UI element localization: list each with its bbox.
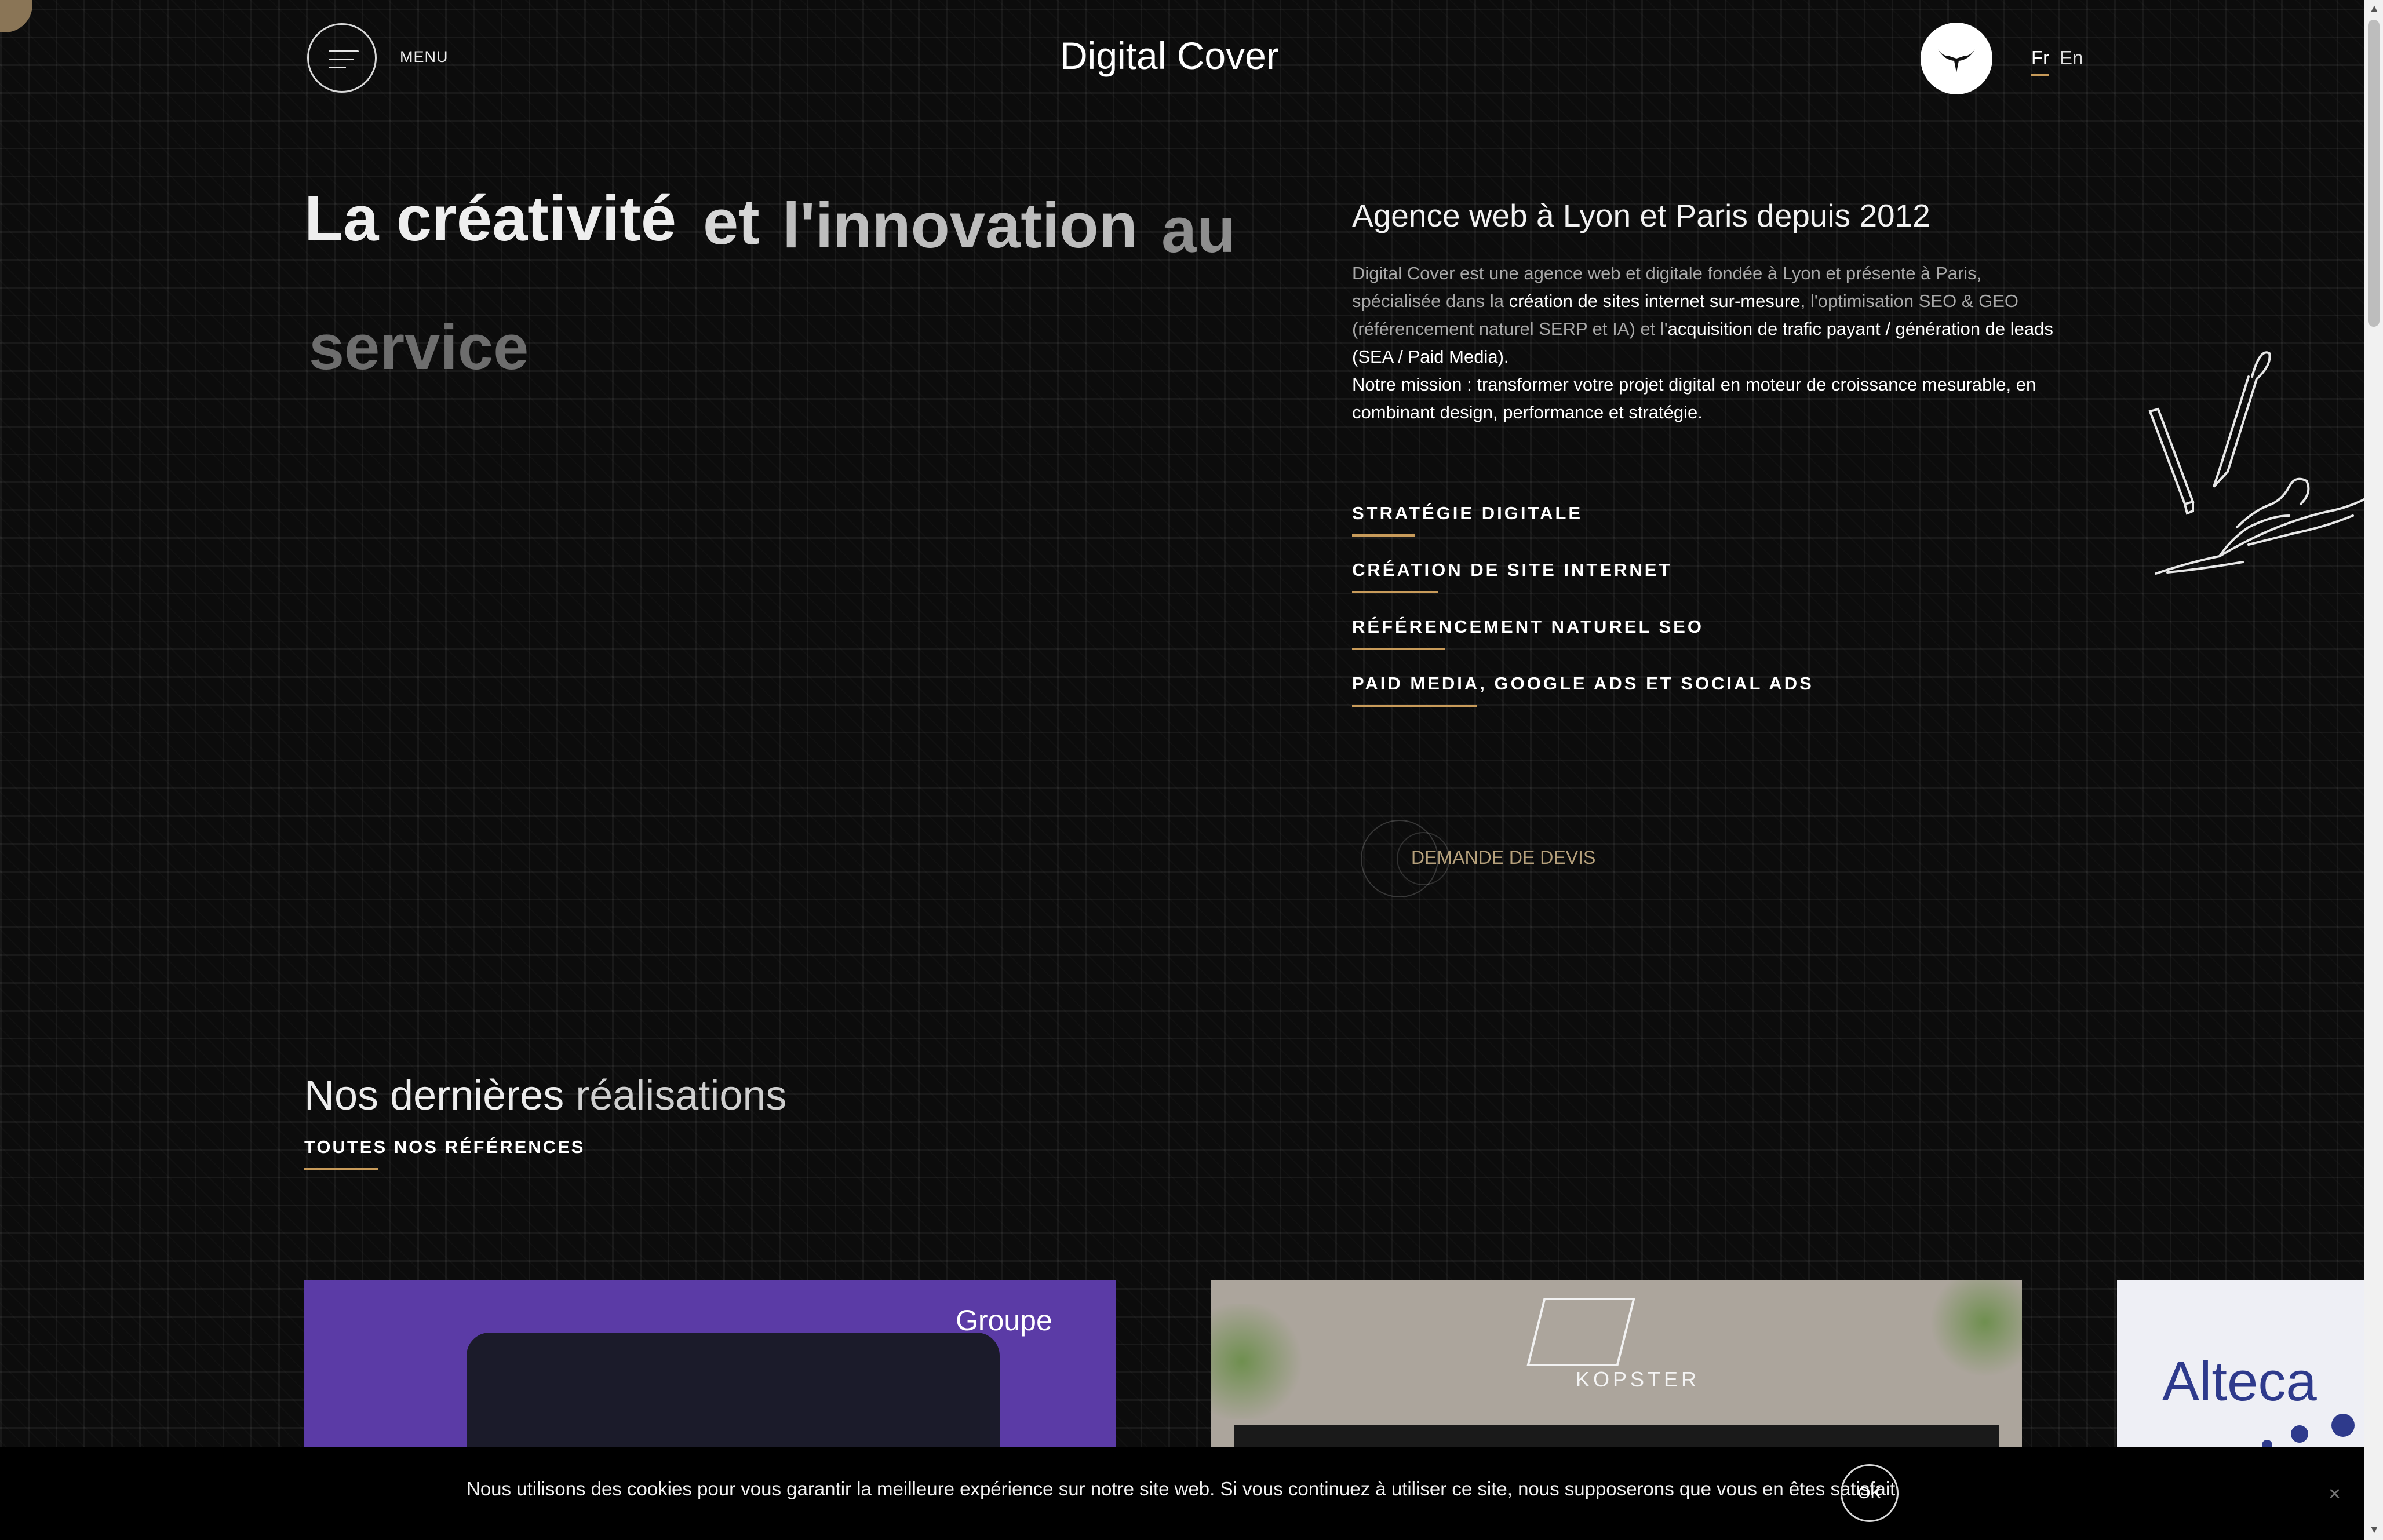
menu-button[interactable] [307,23,377,93]
laptop-mockup [467,1333,1000,1466]
close-icon[interactable]: × [2329,1481,2341,1506]
hand-drawing-icon [2148,351,2376,575]
desc-highlight: création de sites internet sur-mesure [1508,291,1801,311]
mission-text: Notre mission : transformer votre projet… [1352,374,2036,422]
card-brand: Groupe [956,1304,1052,1337]
bull-logo-icon[interactable] [1921,23,1992,94]
quote-request-button[interactable]: DEMANDE DE DEVIS [1411,847,1595,868]
headline-word: et [703,187,760,258]
menu-icon-line [329,50,359,52]
agency-description: Digital Cover est une agence web et digi… [1352,260,2059,426]
service-link-paid-media[interactable]: PAID MEDIA, GOOGLE ADS ET SOCIAL ADS [1352,673,1814,707]
realisations-title: Nos dernières réalisations [304,1072,786,1119]
card-brand: KOPSTER [1576,1367,1700,1391]
lang-en-link[interactable]: En [2060,47,2083,69]
card-brand: Alteca [2162,1351,2317,1413]
scroll-up-arrow-icon[interactable]: ▲ [2369,2,2380,14]
kopster-logo-icon [1526,1298,1635,1366]
lang-fr-link[interactable]: Fr [2031,47,2050,76]
brand-logo-text[interactable]: Digital Cover [1060,34,1279,78]
service-link-strategy[interactable]: STRATÉGIE DIGITALE [1352,503,1583,537]
menu-label[interactable]: MENU [400,48,449,66]
headline-word: au [1161,195,1236,266]
realisations-title-part: réalisations [575,1072,787,1119]
alteca-dot [2291,1425,2308,1443]
headline-word: service [309,312,529,383]
cookie-ok-button[interactable]: OK [1841,1464,1899,1522]
scrollbar-thumb[interactable] [2368,20,2380,327]
cookie-text: Nous utilisons des cookies pour vous gar… [467,1478,1901,1499]
agency-title: Agence web à Lyon et Paris depuis 2012 [1352,198,1930,233]
headline-word: La créativité [304,183,677,254]
service-link-seo[interactable]: RÉFÉRENCEMENT NATUREL SEO [1352,616,1704,650]
service-link-website[interactable]: CRÉATION DE SITE INTERNET [1352,560,1672,593]
project-card-groupe[interactable]: Groupe [304,1280,1116,1466]
leaf-decoration [1929,1280,2022,1385]
desc-highlight: acquisition de trafic payant / génératio… [1667,319,2053,339]
alteca-dot [2331,1414,2355,1437]
menu-icon-line [329,67,346,68]
realisations-title-part: Nos dernières [304,1072,564,1119]
scroll-down-arrow-icon[interactable]: ▼ [2369,1524,2380,1536]
menu-icon-line [329,59,354,60]
desc-text: (SEA / Paid Media). [1352,346,1509,367]
project-card-alteca[interactable]: Alteca [2117,1280,2366,1466]
project-card-kopster[interactable]: KOPSTER [1211,1280,2022,1466]
leaf-decoration [1211,1304,1315,1419]
all-references-link[interactable]: TOUTES NOS RÉFÉRENCES [304,1137,585,1170]
headline-word: l'innovation [782,190,1138,261]
